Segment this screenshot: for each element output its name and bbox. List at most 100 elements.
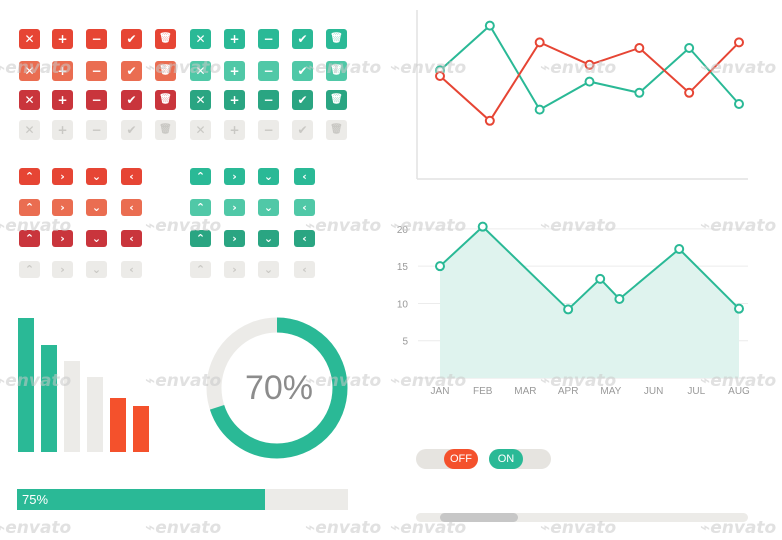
trash-button[interactable]: 🗑 xyxy=(155,90,176,110)
chevron-up-tab[interactable]: ⌃ xyxy=(190,230,211,247)
data-point xyxy=(484,20,495,31)
minus-icon: − xyxy=(91,32,102,46)
minus-button[interactable]: − xyxy=(86,29,107,49)
chevron-left-tab[interactable]: ‹ xyxy=(294,168,315,185)
trash-button[interactable]: 🗑 xyxy=(326,29,347,49)
chevron-down-tab[interactable]: ⌄ xyxy=(258,230,279,247)
chevron-down-tab[interactable]: ⌄ xyxy=(258,199,279,216)
chevron-down-tab[interactable]: ⌄ xyxy=(86,261,107,278)
trash-button[interactable]: 🗑 xyxy=(326,61,347,81)
scrollbar-track[interactable] xyxy=(416,513,748,522)
plus-button[interactable]: + xyxy=(224,61,245,81)
x-tick-label: MAY xyxy=(600,386,621,397)
data-point xyxy=(595,273,606,284)
check-button[interactable]: ✔ xyxy=(121,29,142,49)
chevron-up-icon: ⌃ xyxy=(195,201,206,214)
trash-icon: 🗑 xyxy=(159,65,172,76)
close-button[interactable]: ✕ xyxy=(190,61,211,81)
scrollbar-thumb[interactable] xyxy=(440,513,518,522)
chevron-right-tab[interactable]: › xyxy=(52,168,73,185)
plus-button[interactable]: + xyxy=(52,120,73,140)
chevron-right-tab[interactable]: › xyxy=(52,199,73,216)
minus-button[interactable]: − xyxy=(258,61,279,81)
trash-button[interactable]: 🗑 xyxy=(326,90,347,110)
trash-button[interactable]: 🗑 xyxy=(155,29,176,49)
plus-icon: + xyxy=(229,123,240,137)
trash-button[interactable]: 🗑 xyxy=(155,120,176,140)
chevron-right-tab[interactable]: › xyxy=(224,230,245,247)
close-button[interactable]: ✕ xyxy=(190,29,211,49)
chevron-up-icon: ⌃ xyxy=(195,170,206,183)
chevron-left-tab[interactable]: ‹ xyxy=(121,199,142,216)
close-button[interactable]: ✕ xyxy=(19,29,40,49)
plus-button[interactable]: + xyxy=(224,29,245,49)
check-button[interactable]: ✔ xyxy=(121,120,142,140)
chevron-up-tab[interactable]: ⌃ xyxy=(19,168,40,185)
chevron-down-tab[interactable]: ⌄ xyxy=(86,168,107,185)
plus-button[interactable]: + xyxy=(52,90,73,110)
minus-button[interactable]: − xyxy=(86,61,107,81)
chevron-up-tab[interactable]: ⌃ xyxy=(19,199,40,216)
trash-icon: 🗑 xyxy=(330,94,343,105)
trash-icon: 🗑 xyxy=(159,94,172,105)
chevron-up-tab[interactable]: ⌃ xyxy=(19,261,40,278)
chevron-left-icon: ‹ xyxy=(129,201,134,214)
toggle-off-knob: OFF xyxy=(444,449,478,469)
chevron-left-tab[interactable]: ‹ xyxy=(294,261,315,278)
check-button[interactable]: ✔ xyxy=(292,120,313,140)
close-button[interactable]: ✕ xyxy=(19,61,40,81)
chevron-down-tab[interactable]: ⌄ xyxy=(258,168,279,185)
chevron-up-tab[interactable]: ⌃ xyxy=(190,261,211,278)
y-tick-label: 20 xyxy=(397,225,409,236)
area-fill xyxy=(440,226,739,378)
close-icon: ✕ xyxy=(24,123,35,137)
check-icon: ✔ xyxy=(297,123,308,137)
chevron-up-tab[interactable]: ⌃ xyxy=(190,168,211,185)
check-icon: ✔ xyxy=(297,32,308,46)
check-button[interactable]: ✔ xyxy=(121,61,142,81)
plus-button[interactable]: + xyxy=(224,90,245,110)
minus-button[interactable]: − xyxy=(258,90,279,110)
minus-button[interactable]: − xyxy=(258,29,279,49)
chevron-up-tab[interactable]: ⌃ xyxy=(19,230,40,247)
trash-button[interactable]: 🗑 xyxy=(155,61,176,81)
toggle-off[interactable]: OFF xyxy=(416,449,478,469)
chevron-down-tab[interactable]: ⌄ xyxy=(86,230,107,247)
check-button[interactable]: ✔ xyxy=(292,29,313,49)
chevron-up-tab[interactable]: ⌃ xyxy=(190,199,211,216)
close-button[interactable]: ✕ xyxy=(190,90,211,110)
chevron-right-tab[interactable]: › xyxy=(224,199,245,216)
check-icon: ✔ xyxy=(297,93,308,107)
check-button[interactable]: ✔ xyxy=(292,90,313,110)
chevron-left-tab[interactable]: ‹ xyxy=(294,199,315,216)
chevron-right-tab[interactable]: › xyxy=(224,168,245,185)
chevron-down-tab[interactable]: ⌄ xyxy=(258,261,279,278)
plus-button[interactable]: + xyxy=(52,29,73,49)
plus-button[interactable]: + xyxy=(52,61,73,81)
trash-button[interactable]: 🗑 xyxy=(326,120,347,140)
close-button[interactable]: ✕ xyxy=(19,120,40,140)
chevron-down-tab[interactable]: ⌄ xyxy=(86,199,107,216)
minus-button[interactable]: − xyxy=(86,90,107,110)
trash-icon: 🗑 xyxy=(330,65,343,76)
close-button[interactable]: ✕ xyxy=(19,90,40,110)
check-button[interactable]: ✔ xyxy=(121,90,142,110)
close-button[interactable]: ✕ xyxy=(190,120,211,140)
minus-button[interactable]: − xyxy=(258,120,279,140)
plus-icon: + xyxy=(229,64,240,78)
chevron-left-tab[interactable]: ‹ xyxy=(121,261,142,278)
chevron-right-tab[interactable]: › xyxy=(224,261,245,278)
chevron-left-icon: ‹ xyxy=(129,170,134,183)
chevron-left-tab[interactable]: ‹ xyxy=(121,230,142,247)
plus-button[interactable]: + xyxy=(224,120,245,140)
check-button[interactable]: ✔ xyxy=(292,61,313,81)
data-point xyxy=(734,99,744,109)
chevron-left-tab[interactable]: ‹ xyxy=(294,230,315,247)
plus-icon: + xyxy=(57,64,68,78)
toggle-on[interactable]: ON xyxy=(489,449,551,469)
chevron-right-tab[interactable]: › xyxy=(52,261,73,278)
chevron-left-tab[interactable]: ‹ xyxy=(121,168,142,185)
plus-icon: + xyxy=(57,93,68,107)
minus-button[interactable]: − xyxy=(86,120,107,140)
chevron-right-tab[interactable]: › xyxy=(52,230,73,247)
